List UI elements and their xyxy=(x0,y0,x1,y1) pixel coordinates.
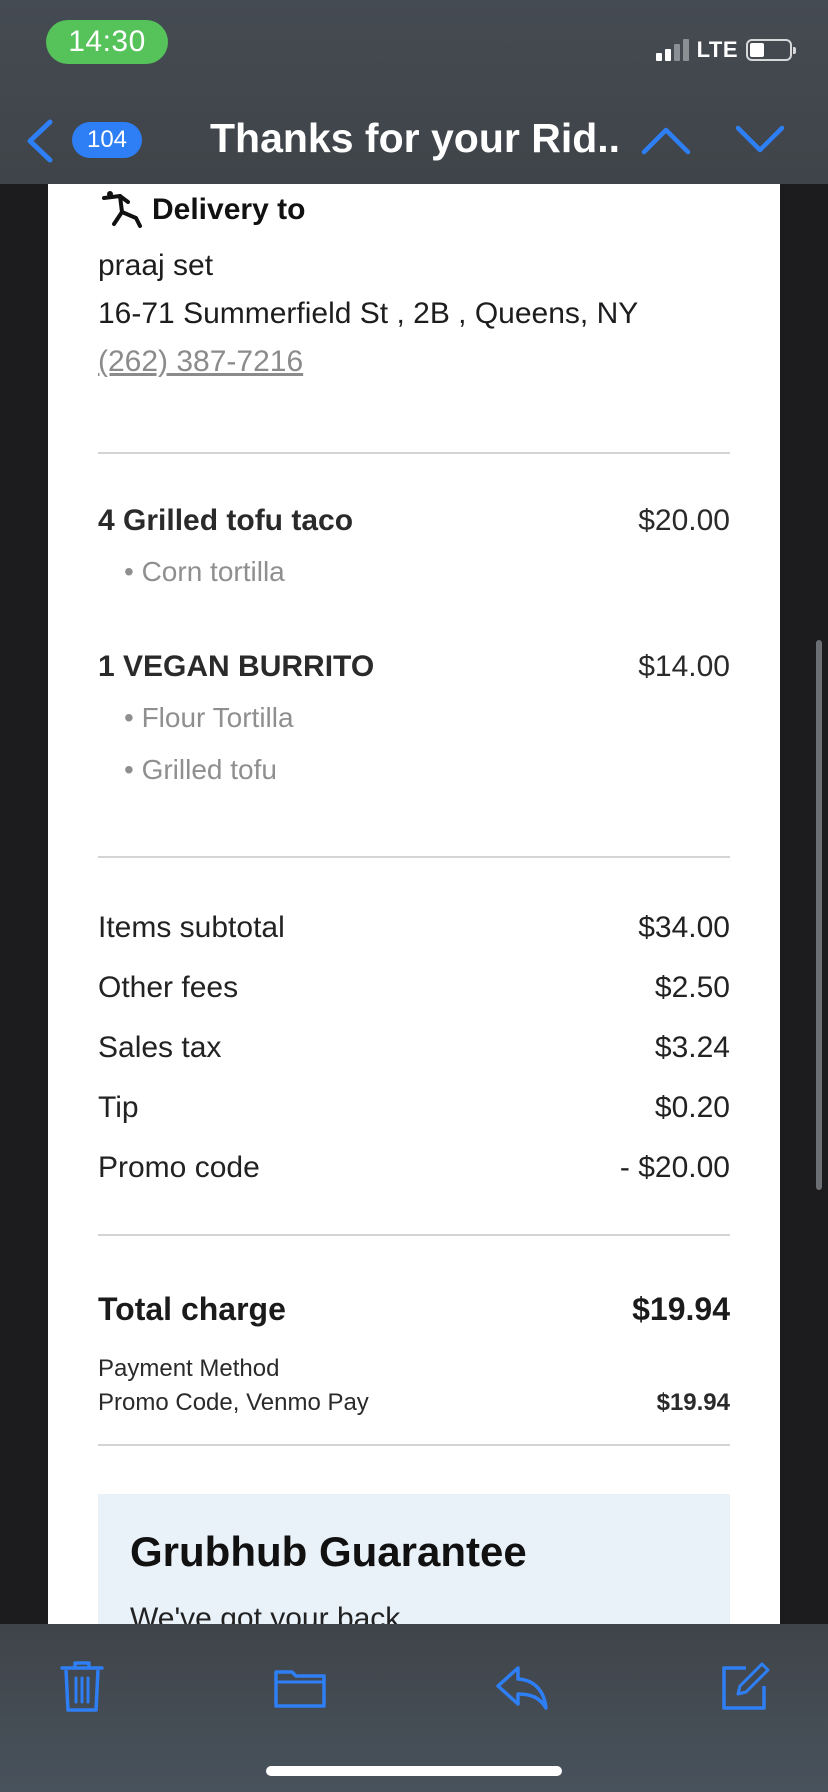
email-subject-title: Thanks for your Rid... xyxy=(210,115,620,161)
summary-row-fees: Other fees $2.50 xyxy=(98,958,730,1018)
summary-value: $34.00 xyxy=(638,911,730,944)
delivery-heading-label: Delivery to xyxy=(152,193,306,226)
summary-value: $2.50 xyxy=(654,971,730,1004)
order-item: 4 Grilled tofu taco $20.00 • Corn tortil… xyxy=(98,504,730,598)
divider xyxy=(98,1234,730,1236)
summary-label: Promo code xyxy=(98,1151,260,1184)
delivery-heading: Delivery to xyxy=(98,190,730,230)
compose-button[interactable] xyxy=(716,1658,772,1714)
status-time[interactable]: 14:30 xyxy=(46,20,168,64)
summary-value: - $20.00 xyxy=(619,1151,730,1184)
chevron-down-icon xyxy=(735,125,785,153)
item-modifier: • Grilled tofu xyxy=(124,754,277,785)
home-indicator[interactable] xyxy=(266,1766,562,1776)
summary-label: Tip xyxy=(98,1091,139,1124)
price-summary: Items subtotal $34.00 Other fees $2.50 S… xyxy=(98,898,730,1198)
phone-link[interactable]: (262) 387-7216 xyxy=(98,345,303,378)
summary-value: $3.24 xyxy=(654,1031,730,1064)
divider xyxy=(98,452,730,454)
trash-icon xyxy=(60,1661,104,1712)
payment-method-block: Payment Method Promo Code, Venmo Pay $19… xyxy=(98,1352,730,1420)
summary-row-subtotal: Items subtotal $34.00 xyxy=(98,898,730,958)
delivery-address-block: praaj set 16-71 Summerfield St , 2B , Qu… xyxy=(98,242,730,386)
total-label: Total charge xyxy=(98,1290,286,1327)
chevron-up-icon xyxy=(641,127,691,155)
move-to-folder-button[interactable] xyxy=(272,1658,328,1714)
guarantee-title: Grubhub Guarantee xyxy=(130,1528,527,1575)
battery-icon xyxy=(746,39,796,61)
network-type: LTE xyxy=(696,37,738,62)
total-charge-row: Total charge $19.94 xyxy=(98,1284,730,1334)
signal-icon xyxy=(655,39,689,61)
unread-count-badge[interactable]: 104 xyxy=(72,122,142,158)
payment-method-label: Payment Method xyxy=(98,1355,280,1382)
summary-row-promo: Promo code - $20.00 xyxy=(98,1138,730,1198)
delivery-address: 16-71 Summerfield St , 2B , Queens, NY xyxy=(98,297,639,330)
summary-label: Sales tax xyxy=(98,1031,222,1064)
item-price: $20.00 xyxy=(638,504,730,537)
divider xyxy=(98,1444,730,1446)
summary-row-tax: Sales tax $3.24 xyxy=(98,1018,730,1078)
folder-icon xyxy=(274,1670,326,1708)
item-price: $14.00 xyxy=(638,650,730,683)
summary-label: Other fees xyxy=(98,971,239,1004)
order-item: 1 VEGAN BURRITO $14.00 • Flour Tortilla … xyxy=(98,650,730,796)
compose-icon xyxy=(722,1662,770,1710)
summary-label: Items subtotal xyxy=(98,911,285,944)
previous-email-button[interactable] xyxy=(640,122,692,158)
summary-row-tip: Tip $0.20 xyxy=(98,1078,730,1138)
summary-value: $0.20 xyxy=(654,1091,730,1124)
trash-button[interactable] xyxy=(54,1658,110,1714)
next-email-button[interactable] xyxy=(734,122,786,158)
item-name: 1 VEGAN BURRITO xyxy=(98,650,375,683)
order-items: 4 Grilled tofu taco $20.00 • Corn tortil… xyxy=(98,504,730,796)
email-body[interactable]: Delivery to praaj set 16-71 Summerfield … xyxy=(48,184,780,1624)
item-name: 4 Grilled tofu taco xyxy=(98,504,354,537)
item-modifier: • Corn tortilla xyxy=(124,556,285,587)
chevron-left-icon xyxy=(27,119,53,163)
delivery-person-icon xyxy=(102,191,142,228)
payment-amount: $19.94 xyxy=(656,1389,730,1416)
recipient-name: praaj set xyxy=(98,249,214,282)
top-bar: 14:30 LTE 104 Thanks for your Rid... xyxy=(0,0,828,184)
status-indicators: LTE xyxy=(655,36,796,64)
guarantee-subtitle: We've got your back xyxy=(130,1602,401,1624)
divider xyxy=(98,856,730,858)
payment-method-value: Promo Code, Venmo Pay xyxy=(98,1389,369,1416)
item-modifier: • Flour Tortilla xyxy=(124,702,294,733)
reply-button[interactable] xyxy=(494,1658,550,1714)
reply-icon xyxy=(496,1666,548,1710)
grubhub-guarantee-banner: Grubhub Guarantee We've got your back xyxy=(98,1494,730,1624)
back-button[interactable] xyxy=(22,118,56,164)
total-value: $19.94 xyxy=(632,1290,730,1327)
scrollbar[interactable] xyxy=(816,640,822,1190)
